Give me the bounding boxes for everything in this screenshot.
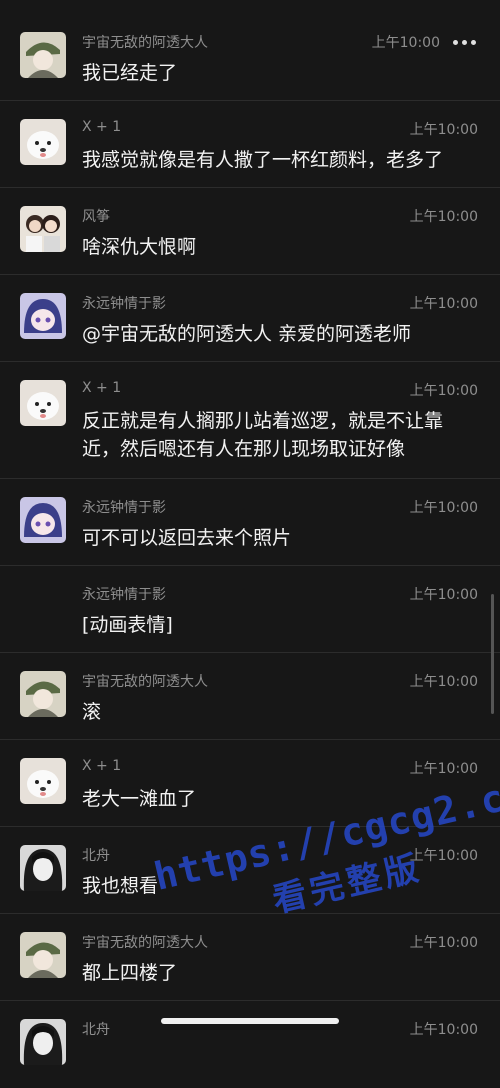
message-item[interactable]: X + 1 上午10:00 反正就是有人搁那儿站着巡逻，就是不让靠近，然后嗯还有…: [0, 362, 500, 479]
sender-name: 永远钟情于影: [82, 587, 166, 603]
message-text: 老大一滩血了: [82, 788, 197, 810]
avatar[interactable]: [20, 845, 66, 891]
dark-hair-avatar-icon: [20, 845, 66, 891]
message-item[interactable]: 永远钟情于影 上午10:00 [动画表情]: [0, 566, 500, 653]
message-time: 上午10:00: [409, 587, 478, 603]
avatar[interactable]: [20, 206, 66, 252]
message-time: 上午10:00: [409, 209, 478, 225]
sender-name: 永远钟情于影: [82, 500, 166, 516]
anime-blue-hair-avatar-icon: [20, 293, 66, 339]
message-time: 上午10:00: [409, 674, 478, 690]
dot: [453, 40, 458, 45]
avatar[interactable]: [20, 497, 66, 543]
avatar[interactable]: [20, 32, 66, 78]
home-indicator[interactable]: [161, 1018, 339, 1024]
avatar[interactable]: [20, 380, 66, 426]
avatar[interactable]: [20, 1019, 66, 1065]
sender-name: 永远钟情于影: [82, 296, 166, 312]
sender-name: 宇宙无敌的阿透大人: [82, 674, 208, 690]
message-text: 都上四楼了: [82, 962, 178, 984]
dark-hair-avatar-icon: [20, 1019, 66, 1065]
anime-hat-avatar-icon: [20, 671, 66, 717]
message-item[interactable]: 北舟 上午10:00 我也想看: [0, 827, 500, 914]
message-text: 我感觉就像是有人撒了一杯红颜料，老多了: [82, 149, 444, 171]
dot: [471, 40, 476, 45]
message-item[interactable]: X + 1 上午10:00 我感觉就像是有人撒了一杯红颜料，老多了: [0, 101, 500, 188]
sender-name: 风筝: [82, 209, 110, 225]
message-item[interactable]: 北舟 上午10:00: [0, 1001, 500, 1088]
message-item[interactable]: 宇宙无敌的阿透大人 我已经走了: [0, 14, 500, 101]
message-time: 上午10:00: [409, 935, 478, 951]
message-time: 上午10:00: [409, 296, 478, 312]
message-time: 上午10:00: [409, 122, 478, 138]
sender-name: 宇宙无敌的阿透大人: [82, 35, 208, 51]
message-text: 我已经走了: [82, 62, 178, 84]
message-item[interactable]: 风筝 上午10:00 啥深仇大恨啊: [0, 188, 500, 275]
dot: [462, 40, 467, 45]
sender-name: 宇宙无敌的阿透大人: [82, 935, 208, 951]
sender-name: 北舟: [82, 848, 110, 864]
scrollbar[interactable]: [491, 594, 494, 714]
white-dog-avatar-icon: [20, 380, 66, 426]
message-time: 上午10:00: [409, 383, 478, 399]
message-time: 上午10:00: [409, 848, 478, 864]
message-item[interactable]: 宇宙无敌的阿透大人 上午10:00 滚: [0, 653, 500, 740]
sender-name: X + 1: [82, 380, 122, 396]
message-text: [动画表情]: [82, 614, 173, 636]
sender-name: X + 1: [82, 758, 122, 774]
message-time: 上午10:00: [409, 500, 478, 516]
avatar[interactable]: [20, 119, 66, 165]
message-text: 反正就是有人搁那儿站着巡逻，就是不让靠近，然后嗯还有人在那儿现场取证好像: [82, 410, 444, 460]
message-text: @宇宙无敌的阿透大人 亲爱的阿透老师: [82, 323, 412, 345]
message-time: 上午10:00: [409, 761, 478, 777]
white-dog-avatar-icon: [20, 119, 66, 165]
message-text: 可不可以返回去来个照片: [82, 527, 292, 549]
white-dog-avatar-icon: [20, 758, 66, 804]
message-item[interactable]: 永远钟情于影 上午10:00 @宇宙无敌的阿透大人 亲爱的阿透老师: [0, 275, 500, 362]
message-text: 啥深仇大恨啊: [82, 236, 197, 258]
message-time: 上午10:00: [409, 1022, 478, 1038]
avatar[interactable]: [20, 293, 66, 339]
message-text: 我也想看: [82, 875, 159, 897]
message-item[interactable]: X + 1 上午10:00 老大一滩血了: [0, 740, 500, 827]
message-item[interactable]: 宇宙无敌的阿透大人 上午10:00 都上四楼了: [0, 914, 500, 1001]
sender-name: 北舟: [82, 1022, 110, 1038]
anime-hat-avatar-icon: [20, 32, 66, 78]
sender-name: X + 1: [82, 119, 122, 135]
avatar[interactable]: [20, 671, 66, 717]
message-text: 滚: [82, 701, 102, 723]
avatar[interactable]: [20, 932, 66, 978]
message-item[interactable]: 永远钟情于影 上午10:00 可不可以返回去来个照片: [0, 479, 500, 566]
anime-blue-hair-avatar-icon: [20, 497, 66, 543]
chat-message-list[interactable]: 宇宙无敌的阿透大人 我已经走了 X + 1 上午10:00 我感觉就像是有人撒了…: [0, 14, 500, 1088]
two-girls-avatar-icon: [20, 206, 66, 252]
message-time: 上午10:00: [371, 35, 440, 51]
more-dots-icon[interactable]: [453, 40, 476, 45]
avatar[interactable]: [20, 758, 66, 804]
anime-hat-avatar-icon: [20, 932, 66, 978]
